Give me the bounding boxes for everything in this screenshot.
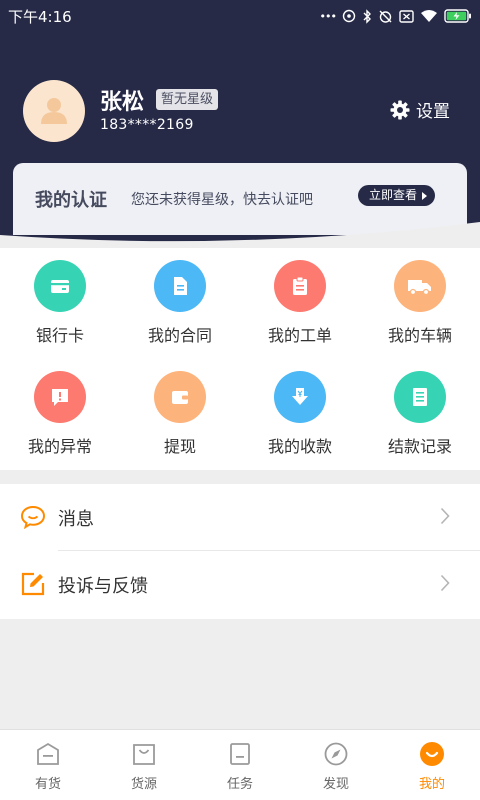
tab-tasks[interactable]: 任务 [192, 730, 288, 800]
truck-icon [394, 260, 446, 312]
bluetooth-icon [362, 8, 372, 24]
grid-label-contract: 我的合同 [147, 326, 212, 345]
alarm-off-icon [378, 9, 393, 24]
compass-icon [322, 740, 350, 768]
settlement-record-icon [394, 371, 446, 423]
settings-label: 设置 [416, 102, 450, 122]
grid-label-work-order: 我的工单 [267, 326, 332, 345]
document-task-icon [226, 740, 254, 768]
bank-card-icon [34, 260, 86, 312]
settings-button[interactable]: 设置 [390, 97, 450, 122]
grid-item-work-order[interactable]: 我的工单 [240, 248, 360, 359]
tab-label-cargo-source: 货源 [130, 777, 157, 792]
phone-number: 183****2169 [100, 117, 194, 133]
contract-icon [154, 260, 206, 312]
grid-item-vehicle[interactable]: 我的车辆 [360, 248, 480, 359]
box-icon [34, 740, 62, 768]
edit-feedback-icon [20, 571, 46, 601]
hotspot-icon [342, 9, 356, 23]
wifi-icon [420, 9, 438, 23]
grid-item-withdraw[interactable]: 提现 [120, 359, 240, 470]
grid-label-vehicle: 我的车辆 [387, 326, 452, 345]
avatar[interactable] [23, 80, 85, 142]
chevron-right-icon [440, 574, 450, 596]
tab-label-tasks: 任务 [226, 777, 253, 792]
menu-item-messages[interactable]: 消息 [0, 484, 480, 551]
bottom-tab-bar: 有货 货源 任务 发现 我的 [0, 729, 480, 800]
tab-label-mine: 我的 [418, 777, 445, 792]
grid-label-receive-money: 我的收款 [267, 437, 332, 456]
play-arrow-icon [422, 191, 428, 200]
exception-icon [34, 371, 86, 423]
notification-dots-icon: ••• [319, 9, 337, 23]
status-bar: 下午4:16 ••• [0, 0, 480, 32]
gear-icon [390, 100, 410, 119]
grid-item-settlement-record[interactable]: 结款记录 [360, 359, 480, 470]
profile-header: 下午4:16 ••• 张松 暂无星级 183****2169 设置 我的认证 您… [0, 0, 480, 250]
tab-have-goods[interactable]: 有货 [0, 730, 96, 800]
tab-label-have-goods: 有货 [34, 777, 61, 792]
grid-item-receive-money[interactable]: 我的收款 [240, 359, 360, 470]
level-badge: 暂无星级 [156, 89, 219, 110]
battery-charging-icon [444, 9, 472, 23]
receive-money-icon [274, 371, 326, 423]
certification-title: 我的认证 [35, 190, 107, 211]
view-now-label: 立即查看 [369, 188, 418, 202]
wallet-icon [154, 371, 206, 423]
grid-item-contract[interactable]: 我的合同 [120, 248, 240, 359]
shopping-bag-icon [130, 740, 158, 768]
status-icons: ••• [319, 8, 472, 24]
status-time: 下午4:16 [8, 7, 72, 26]
menu-label-feedback: 投诉与反馈 [58, 575, 148, 597]
menu-list: 消息 投诉与反馈 [0, 484, 480, 619]
avatar-person-icon [41, 98, 67, 124]
feature-grid: 银行卡 我的合同 我的工单 我的车辆 我的异常 提现 我的收款 结款记录 [0, 248, 480, 470]
menu-item-feedback[interactable]: 投诉与反馈 [0, 551, 480, 618]
grid-item-bank-card[interactable]: 银行卡 [0, 248, 120, 359]
grid-label-bank-card: 银行卡 [35, 326, 84, 345]
header-curve [0, 222, 480, 250]
tab-mine[interactable]: 我的 [384, 730, 480, 800]
grid-label-withdraw: 提现 [163, 437, 196, 456]
tab-discover[interactable]: 发现 [288, 730, 384, 800]
grid-item-exception[interactable]: 我的异常 [0, 359, 120, 470]
user-name: 张松 [100, 90, 145, 115]
certification-description: 您还未获得星级，快去认证吧 [131, 192, 313, 208]
grid-label-settlement-record: 结款记录 [387, 437, 452, 456]
no-sim-icon [399, 9, 414, 23]
message-bubble-icon [20, 504, 46, 534]
chevron-right-icon [440, 507, 450, 529]
view-now-button[interactable]: 立即查看 [358, 185, 436, 206]
menu-label-messages: 消息 [58, 508, 94, 530]
tab-label-discover: 发现 [322, 777, 349, 792]
tab-cargo-source[interactable]: 货源 [96, 730, 192, 800]
work-order-icon [274, 260, 326, 312]
grid-label-exception: 我的异常 [27, 437, 92, 456]
smile-profile-icon [418, 740, 446, 768]
